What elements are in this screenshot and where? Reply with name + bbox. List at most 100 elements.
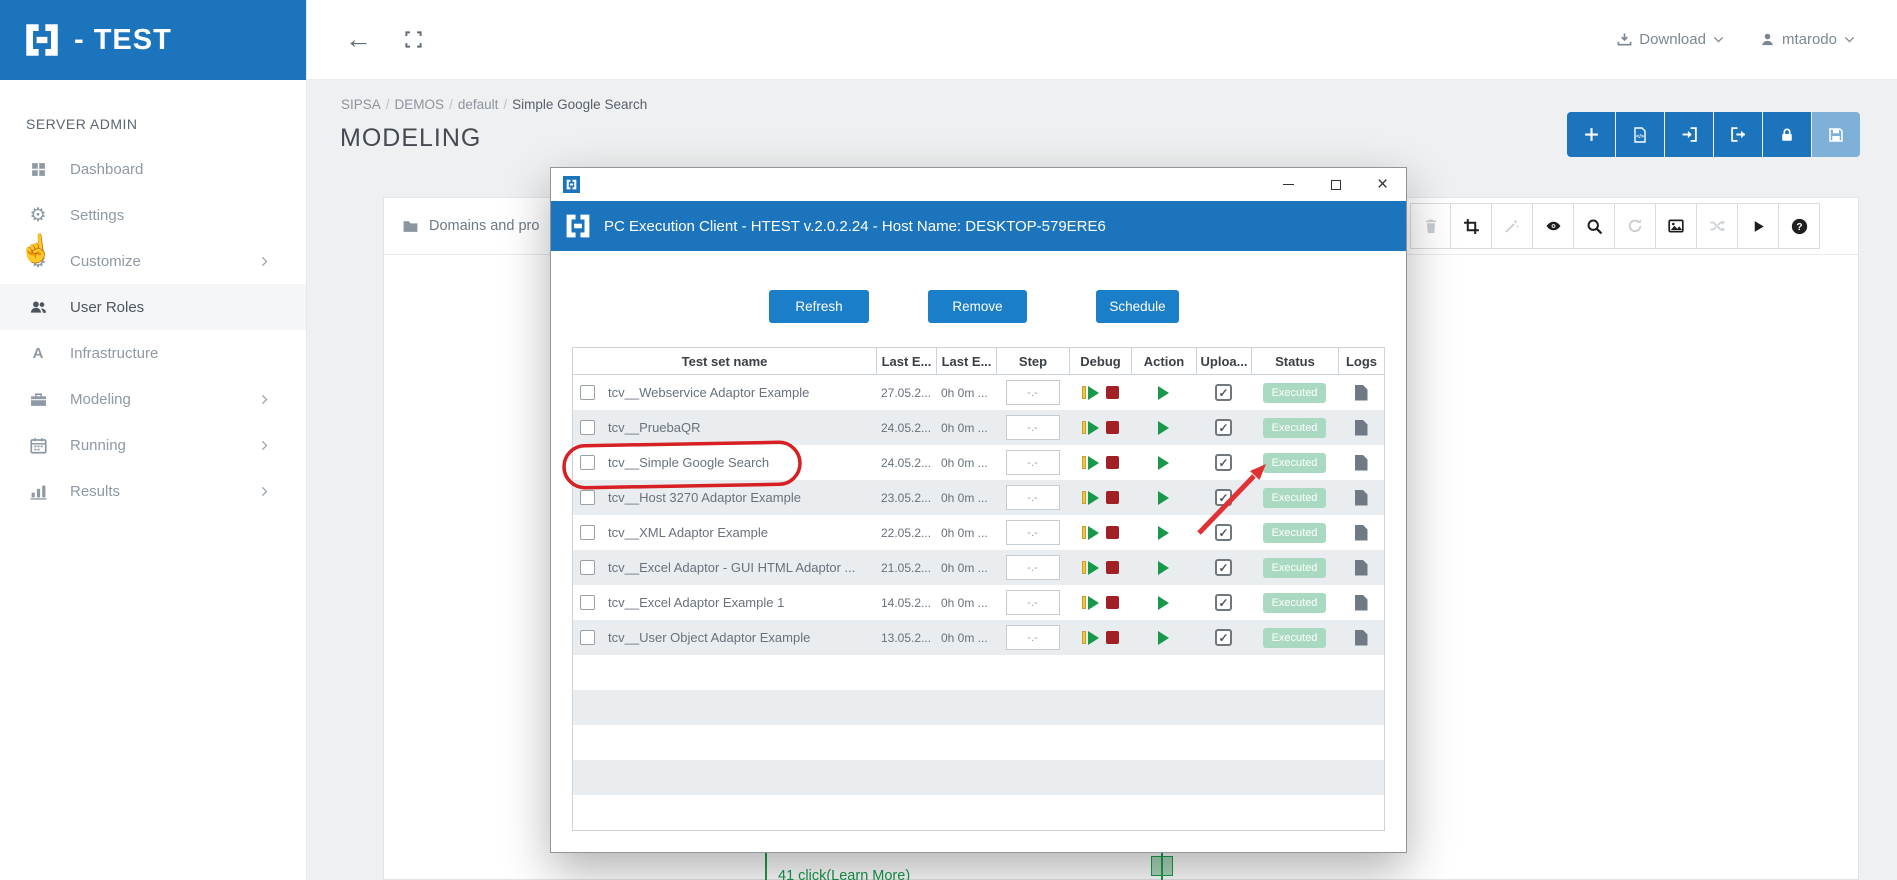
stop-icon[interactable] — [1106, 596, 1119, 609]
logs-file-icon[interactable] — [1355, 455, 1368, 471]
step-input[interactable] — [1006, 450, 1060, 475]
toolbar-trash-button[interactable] — [1410, 203, 1451, 249]
fullscreen-icon[interactable] — [404, 30, 423, 49]
breadcrumb-item-demos[interactable]: DEMOS — [395, 97, 445, 112]
schedule-button[interactable]: Schedule — [1096, 290, 1179, 323]
minimize-button[interactable] — [1265, 168, 1312, 201]
toolbar-refresh-button[interactable] — [1615, 203, 1656, 249]
column-header-last-e-[interactable]: Last E... — [936, 348, 996, 374]
logs-file-icon[interactable] — [1355, 595, 1368, 611]
debug-play-icon[interactable] — [1082, 526, 1099, 540]
upload-checkbox[interactable]: ✓ — [1215, 629, 1232, 646]
column-header-debug[interactable]: Debug — [1069, 348, 1131, 374]
sidebar-item-dashboard[interactable]: Dashboard — [0, 146, 306, 192]
step-input[interactable] — [1006, 555, 1060, 580]
row-checkbox[interactable] — [580, 525, 595, 540]
debug-play-icon[interactable] — [1082, 456, 1099, 470]
column-header-status[interactable]: Status — [1251, 348, 1338, 374]
toolbar-crop-button[interactable] — [1451, 203, 1492, 249]
run-play-icon[interactable] — [1158, 561, 1169, 575]
toolbar-wand-button[interactable] — [1492, 203, 1533, 249]
step-input[interactable] — [1006, 590, 1060, 615]
stop-icon[interactable] — [1106, 456, 1119, 469]
sign-out-button[interactable] — [1714, 112, 1762, 157]
run-play-icon[interactable] — [1158, 631, 1169, 645]
debug-play-icon[interactable] — [1082, 596, 1099, 610]
upload-checkbox[interactable]: ✓ — [1215, 594, 1232, 611]
debug-play-icon[interactable] — [1082, 631, 1099, 645]
row-checkbox[interactable] — [580, 455, 595, 470]
upload-checkbox[interactable]: ✓ — [1215, 559, 1232, 576]
stop-icon[interactable] — [1106, 491, 1119, 504]
column-header-last-e-[interactable]: Last E... — [876, 348, 936, 374]
logs-file-icon[interactable] — [1355, 630, 1368, 646]
plus-button[interactable] — [1567, 112, 1615, 157]
upload-checkbox[interactable]: ✓ — [1215, 489, 1232, 506]
stop-icon[interactable] — [1106, 631, 1119, 644]
run-play-icon[interactable] — [1158, 526, 1169, 540]
breadcrumb-item-sipsa[interactable]: SIPSA — [341, 97, 381, 112]
logs-file-icon[interactable] — [1355, 490, 1368, 506]
lock-button[interactable] — [1763, 112, 1811, 157]
logs-file-icon[interactable] — [1355, 560, 1368, 576]
debug-play-icon[interactable] — [1082, 491, 1099, 505]
run-play-icon[interactable] — [1158, 386, 1169, 400]
step-input[interactable] — [1006, 380, 1060, 405]
column-header-logs[interactable]: Logs — [1338, 348, 1384, 374]
run-play-icon[interactable] — [1158, 456, 1169, 470]
stop-icon[interactable] — [1106, 561, 1119, 574]
sidebar-item-running[interactable]: Running — [0, 422, 306, 468]
logs-file-icon[interactable] — [1355, 420, 1368, 436]
logs-file-icon[interactable] — [1355, 525, 1368, 541]
step-input[interactable] — [1006, 625, 1060, 650]
step-input[interactable] — [1006, 520, 1060, 545]
row-checkbox[interactable] — [580, 490, 595, 505]
upload-checkbox[interactable]: ✓ — [1215, 524, 1232, 541]
column-header-test-set-name[interactable]: Test set name — [573, 348, 876, 374]
file-code-button[interactable]: </> — [1616, 112, 1664, 157]
maximize-button[interactable] — [1312, 168, 1359, 201]
sign-in-button[interactable] — [1665, 112, 1713, 157]
refresh-button[interactable]: Refresh — [769, 290, 869, 323]
toolbar-help-button[interactable]: ? — [1779, 203, 1820, 249]
stop-icon[interactable] — [1106, 386, 1119, 399]
window-titlebar[interactable]: × — [551, 168, 1406, 201]
upload-checkbox[interactable]: ✓ — [1215, 384, 1232, 401]
upload-checkbox[interactable]: ✓ — [1215, 419, 1232, 436]
upload-checkbox[interactable]: ✓ — [1215, 454, 1232, 471]
sidebar-item-results[interactable]: Results — [0, 468, 306, 514]
toolbar-image-button[interactable] — [1656, 203, 1697, 249]
breadcrumb-item-default[interactable]: default — [458, 97, 499, 112]
row-checkbox[interactable] — [580, 385, 595, 400]
row-checkbox[interactable] — [580, 595, 595, 610]
user-menu[interactable]: mtarodo — [1760, 31, 1855, 48]
toolbar-eye-button[interactable] — [1533, 203, 1574, 249]
download-menu[interactable]: Download — [1617, 31, 1724, 48]
column-header-uploa-[interactable]: Uploa... — [1196, 348, 1251, 374]
sidebar-item-user-roles[interactable]: User Roles — [0, 284, 306, 330]
row-checkbox[interactable] — [580, 560, 595, 575]
toolbar-play-button[interactable] — [1738, 203, 1779, 249]
debug-play-icon[interactable] — [1082, 421, 1099, 435]
remove-button[interactable]: Remove — [928, 290, 1027, 323]
run-play-icon[interactable] — [1158, 421, 1169, 435]
debug-play-icon[interactable] — [1082, 561, 1099, 575]
close-button[interactable]: × — [1359, 168, 1406, 201]
toolbar-search-button[interactable] — [1574, 203, 1615, 249]
save-button[interactable] — [1812, 112, 1860, 157]
back-arrow-icon[interactable]: ← — [345, 26, 372, 53]
step-input[interactable] — [1006, 415, 1060, 440]
run-play-icon[interactable] — [1158, 596, 1169, 610]
sidebar-item-modeling[interactable]: Modeling — [0, 376, 306, 422]
toolbar-shuffle-button[interactable] — [1697, 203, 1738, 249]
stop-icon[interactable] — [1106, 421, 1119, 434]
row-checkbox[interactable] — [580, 420, 595, 435]
column-header-step[interactable]: Step — [996, 348, 1069, 374]
row-checkbox[interactable] — [580, 630, 595, 645]
flow-node[interactable] — [1151, 856, 1173, 876]
logs-file-icon[interactable] — [1355, 385, 1368, 401]
column-header-action[interactable]: Action — [1131, 348, 1196, 374]
debug-play-icon[interactable] — [1082, 386, 1099, 400]
step-input[interactable] — [1006, 485, 1060, 510]
stop-icon[interactable] — [1106, 526, 1119, 539]
